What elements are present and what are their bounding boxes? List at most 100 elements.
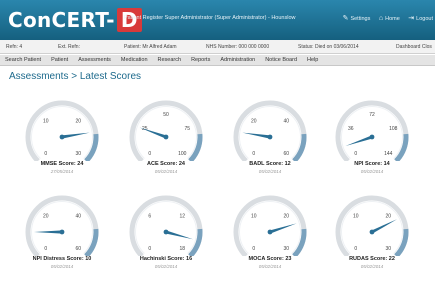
nav-search-patient[interactable]: Search Patient bbox=[0, 55, 46, 63]
gauge-needle-hub bbox=[267, 229, 273, 235]
gauge-needle-hub bbox=[59, 229, 65, 235]
gauge-card: 0 36 72 108 144 NPI Score: 14 05/02/2014 bbox=[322, 97, 422, 185]
gauge-tick-label: 40 bbox=[283, 119, 289, 125]
gauge-needle bbox=[242, 132, 271, 139]
home-link[interactable]: ⌂ Home bbox=[378, 15, 400, 22]
gauge-needle bbox=[269, 223, 297, 234]
gauge-card: 0 10 20 30 RUDAS Score: 22 05/02/2014 bbox=[322, 192, 422, 280]
gauge-tick-label: 20 bbox=[283, 214, 289, 220]
nav-assessments[interactable]: Assessments bbox=[73, 55, 116, 63]
gauge-track bbox=[233, 195, 307, 256]
nav-notice-board[interactable]: Notice Board bbox=[260, 55, 302, 63]
main-nav: Search Patient Patient Assessments Medicati… bbox=[0, 55, 435, 66]
gauge-dial: 0 36 72 108 144 bbox=[335, 100, 409, 161]
gauge-tick-label: 10 bbox=[251, 214, 257, 220]
gauge-inner-ring bbox=[341, 201, 403, 254]
gauge-dial: 0 10 20 30 bbox=[25, 100, 99, 161]
gauge-date: 05/02/2014 bbox=[360, 169, 384, 174]
home-icon: ⌂ bbox=[378, 15, 384, 22]
gauge-inner-ring bbox=[239, 201, 301, 254]
header-links: ✎ Settings ⌂ Home ⇥ Logout bbox=[336, 14, 433, 22]
gauge-card: 0 6 12 18 Hachinski Score: 16 05/02/2014 bbox=[116, 192, 216, 280]
gauge-track bbox=[25, 100, 99, 161]
gauge-tick-label: 30 bbox=[75, 151, 81, 157]
app-logo[interactable]: ConCERT- D bbox=[8, 8, 142, 32]
gauge-tick-label: 20 bbox=[251, 119, 257, 125]
gauge-card: 0 20 40 60 BADL Score: 12 05/02/2014 bbox=[220, 97, 320, 185]
gauge-tick-label: 36 bbox=[348, 126, 354, 132]
gauge-tick-label: 0 bbox=[354, 246, 357, 252]
gauge-needle bbox=[139, 127, 167, 139]
gauge-score-label: ACE Score: 24 bbox=[147, 161, 185, 167]
nav-administration[interactable]: Administration bbox=[215, 55, 260, 63]
gauge-needle-hub bbox=[163, 134, 169, 140]
gauge-needle bbox=[34, 230, 62, 234]
gauge-tick-label: 20 bbox=[43, 214, 49, 220]
gauge-tick-label: 0 bbox=[252, 246, 255, 252]
gauge-needle-hub bbox=[369, 134, 375, 140]
nav-research[interactable]: Research bbox=[153, 55, 187, 63]
page-title: Assessments > Latest Scores bbox=[9, 71, 142, 82]
gauge-needle bbox=[371, 219, 397, 234]
gauge-tick-label: 0 bbox=[148, 246, 151, 252]
gauge-tick-label: 72 bbox=[369, 112, 375, 118]
gauge-tick-label: 100 bbox=[178, 151, 187, 157]
settings-link[interactable]: ✎ Settings bbox=[342, 15, 371, 22]
gauge-score-label: MOCA Score: 23 bbox=[248, 256, 292, 262]
gauge-score-label: NPI Distress Score: 10 bbox=[32, 256, 92, 262]
app-header: ConCERT- D Patient Register Super Adminis… bbox=[0, 0, 435, 40]
nav-medication[interactable]: Medication bbox=[116, 55, 153, 63]
nav-reports[interactable]: Reports bbox=[186, 55, 215, 63]
user-role-text: Patient Register Super Administrator (Su… bbox=[124, 15, 296, 21]
gauge-inner-ring bbox=[239, 106, 301, 159]
gauge-score-label: RUDAS Score: 22 bbox=[349, 256, 395, 262]
nhs-number: NHS Number: 000 000 0000 bbox=[206, 44, 270, 50]
gauge-track bbox=[233, 100, 307, 161]
gauge-tick-label: 60 bbox=[283, 151, 289, 157]
gauge-needle bbox=[345, 135, 373, 146]
gauge-date: 05/02/2014 bbox=[50, 264, 74, 269]
patient-bar: Refn: 4 Ext. Refn: Patient: Mr Alfred Ad… bbox=[0, 40, 435, 54]
gauge-tick-label: 0 bbox=[148, 151, 151, 157]
gauge-tick-label: 108 bbox=[389, 126, 398, 132]
refn: Refn: 4 bbox=[6, 44, 23, 50]
nav-patient[interactable]: Patient bbox=[46, 55, 73, 63]
gauge-needle-hub bbox=[369, 229, 375, 235]
gauge-inner-ring bbox=[31, 201, 93, 254]
gauge-tick-label: 10 bbox=[353, 214, 359, 220]
gauge-score-label: BADL Score: 12 bbox=[249, 161, 291, 167]
gauge-needle bbox=[165, 230, 194, 240]
gauge-card: 0 10 20 30 MMSE Score: 24 27/05/2014 bbox=[12, 97, 112, 185]
gauge-dial: 0 20 40 60 bbox=[25, 195, 99, 256]
gauge-date: 05/02/2014 bbox=[258, 169, 282, 174]
gauge-card: 0 10 20 30 MOCA Score: 23 05/02/2014 bbox=[220, 192, 320, 280]
nav-help[interactable]: Help bbox=[302, 55, 323, 63]
gauge-needle-hub bbox=[267, 134, 273, 140]
settings-icon: ✎ bbox=[342, 15, 349, 22]
gauge-date: 05/02/2014 bbox=[154, 169, 178, 174]
gauge-tick-label: 20 bbox=[385, 214, 391, 220]
gauge-date: 05/02/2014 bbox=[154, 264, 178, 269]
gauge-tick-label: 144 bbox=[384, 151, 393, 157]
gauge-tick-label: 0 bbox=[44, 246, 47, 252]
gauge-score-label: MMSE Score: 24 bbox=[40, 161, 84, 167]
gauge-card: 0 25 50 75 100 ACE Score: 24 05/02/2014 bbox=[116, 97, 216, 185]
logout-link[interactable]: ⇥ Logout bbox=[408, 15, 433, 22]
gauge-tick-label: 60 bbox=[75, 246, 81, 252]
gauge-tick-label: 25 bbox=[142, 126, 148, 132]
gauge-tick-label: 0 bbox=[252, 151, 255, 157]
gauge-tick-label: 30 bbox=[283, 246, 289, 252]
gauge-needle bbox=[61, 132, 90, 139]
gauge-track bbox=[25, 195, 99, 256]
gauge-date: 05/02/2014 bbox=[258, 264, 282, 269]
gauge-dial: 0 10 20 30 bbox=[335, 195, 409, 256]
gauge-tick-label: 10 bbox=[43, 119, 49, 125]
gauge-tick-label: 75 bbox=[184, 126, 190, 132]
gauge-card: 0 20 40 60 NPI Distress Score: 10 05/02/2014 bbox=[12, 192, 112, 280]
gauge-needle-hub bbox=[59, 134, 65, 140]
gauge-track bbox=[335, 195, 409, 256]
gauge-score-label: NPI Score: 14 bbox=[354, 161, 390, 167]
gauge-tick-label: 30 bbox=[385, 246, 391, 252]
gauge-dial: 0 10 20 30 bbox=[233, 195, 307, 256]
dashboard-link[interactable]: Dashboard Clos bbox=[396, 44, 432, 50]
